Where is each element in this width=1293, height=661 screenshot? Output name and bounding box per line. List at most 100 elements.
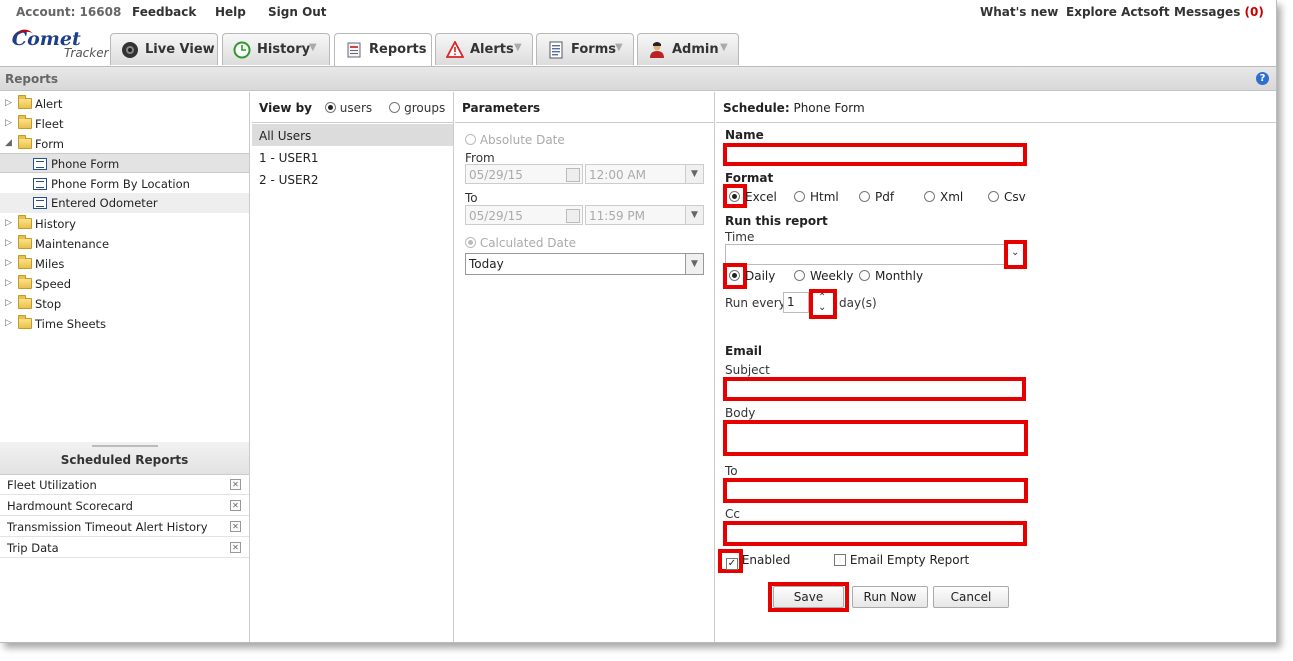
expand-arrow-icon[interactable]: ▷ <box>5 258 12 268</box>
expand-arrow-icon[interactable]: ▷ <box>5 218 12 228</box>
tree-folder-speed[interactable]: ▷ Speed <box>0 274 249 294</box>
tree-item-entered-odometer[interactable]: Entered Odometer <box>0 193 249 213</box>
run-now-button[interactable]: Run Now <box>852 586 928 608</box>
resize-grip[interactable] <box>92 445 158 447</box>
time-select[interactable] <box>725 244 1005 265</box>
tree-folder-history[interactable]: ▷ History <box>0 214 249 234</box>
tree-folder-fleet[interactable]: ▷ Fleet <box>0 114 249 134</box>
whats-new-link[interactable]: What's new <box>980 5 1058 19</box>
format-xml-option[interactable]: Xml <box>924 190 963 204</box>
chevron-down-icon[interactable]: ▼ <box>685 165 703 183</box>
chevron-down-icon[interactable]: ▼ <box>685 206 703 224</box>
tab-live-view[interactable]: Live View <box>110 33 218 65</box>
email-empty-report-checkbox[interactable] <box>834 554 846 566</box>
scheduled-report-row[interactable]: Trip Data ✕ <box>0 537 249 558</box>
user-row-all[interactable]: All Users <box>252 124 453 146</box>
frequency-weekly-option[interactable]: Weekly <box>794 269 853 283</box>
format-csv-option[interactable]: Csv <box>988 190 1026 204</box>
format-pdf-option[interactable]: Pdf <box>859 190 894 204</box>
expand-arrow-icon[interactable]: ▷ <box>5 278 12 288</box>
tree-label: Phone Form <box>51 157 120 171</box>
expand-arrow-icon[interactable]: ▷ <box>5 238 12 248</box>
csv-radio[interactable] <box>988 191 999 202</box>
expand-arrow-icon[interactable]: ▷ <box>5 318 12 328</box>
to-time-select[interactable]: 11:59 PM ▼ <box>585 205 704 225</box>
user-row[interactable]: 2 - USER2 <box>252 168 453 190</box>
calculated-date-option[interactable]: Calculated Date <box>465 236 576 250</box>
help-link[interactable]: Help <box>215 5 246 19</box>
scheduled-report-row[interactable]: Transmission Timeout Alert History ✕ <box>0 516 249 537</box>
weekly-radio[interactable] <box>794 270 805 281</box>
frequency-daily-option[interactable]: Daily <box>729 269 775 283</box>
monthly-radio[interactable] <box>859 270 870 281</box>
tab-reports[interactable]: Reports <box>334 33 432 66</box>
calendar-icon[interactable] <box>566 209 580 223</box>
expand-arrow-icon[interactable]: ▷ <box>5 118 12 128</box>
cc-email-input[interactable] <box>723 521 1027 546</box>
run-every-input[interactable]: 1 <box>783 292 809 313</box>
tree-folder-alert[interactable]: ▷ Alert <box>0 94 249 114</box>
tree-item-phone-form[interactable]: Phone Form <box>0 153 249 173</box>
format-excel-option[interactable]: Excel <box>729 190 777 204</box>
tree-folder-form[interactable]: ◢ Form <box>0 134 249 154</box>
scheduled-report-row[interactable]: Hardmount Scorecard ✕ <box>0 495 249 516</box>
html-radio[interactable] <box>794 191 805 202</box>
format-html-option[interactable]: Html <box>794 190 839 204</box>
tree-folder-stop[interactable]: ▷ Stop <box>0 294 249 314</box>
name-input[interactable] <box>723 143 1027 166</box>
xml-radio[interactable] <box>924 191 935 202</box>
excel-radio[interactable] <box>729 191 740 202</box>
calendar-icon[interactable] <box>566 168 580 182</box>
from-date-input[interactable]: 05/29/15 <box>465 164 583 184</box>
pdf-radio[interactable] <box>859 191 870 202</box>
cancel-button[interactable]: Cancel <box>933 586 1009 608</box>
save-button[interactable]: Save <box>773 586 844 608</box>
users-radio[interactable] <box>324 102 336 113</box>
daily-radio[interactable] <box>729 270 740 281</box>
to-date-input[interactable]: 05/29/15 <box>465 205 583 225</box>
delete-icon[interactable]: ✕ <box>230 500 241 511</box>
tree-folder-time-sheets[interactable]: ▷ Time Sheets <box>0 314 249 334</box>
scheduled-report-row[interactable]: Fleet Utilization ✕ <box>0 474 249 495</box>
tab-alerts[interactable]: Alerts ▼ <box>435 33 533 65</box>
messages-link[interactable]: Messages (0) <box>1174 5 1264 19</box>
delete-icon[interactable]: ✕ <box>230 479 241 490</box>
groups-radio[interactable] <box>388 102 400 113</box>
calculated-date-radio[interactable] <box>465 237 476 248</box>
absolute-date-radio[interactable] <box>465 134 476 145</box>
tab-label: Reports <box>369 42 427 57</box>
help-icon[interactable]: ? <box>1256 72 1269 85</box>
tree-item-phone-form-by-location[interactable]: Phone Form By Location <box>0 174 249 194</box>
to-email-input[interactable] <box>723 478 1028 503</box>
enabled-option[interactable]: ✓ Enabled <box>726 553 790 570</box>
feedback-link[interactable]: Feedback <box>132 5 196 19</box>
tree-folder-miles[interactable]: ▷ Miles <box>0 254 249 274</box>
tab-forms[interactable]: Forms ▼ <box>536 33 634 65</box>
sign-out-link[interactable]: Sign Out <box>268 5 327 19</box>
expand-arrow-icon[interactable]: ▷ <box>5 98 12 108</box>
run-every-stepper[interactable]: ⌃ ⌄ <box>809 289 837 319</box>
from-time-select[interactable]: 12:00 AM ▼ <box>585 164 704 184</box>
tab-history[interactable]: History ▼ <box>222 33 330 65</box>
to-email-label: To <box>725 464 738 478</box>
delete-icon[interactable]: ✕ <box>230 542 241 553</box>
subject-input[interactable] <box>723 377 1026 401</box>
collapse-arrow-icon[interactable]: ◢ <box>5 138 12 148</box>
enabled-checkbox[interactable]: ✓ <box>726 558 738 570</box>
stepper-down-icon[interactable]: ⌄ <box>818 302 826 313</box>
tree-folder-maintenance[interactable]: ▷ Maintenance <box>0 234 249 254</box>
chevron-down-icon[interactable]: ▼ <box>685 254 703 274</box>
folder-open-icon <box>18 135 32 149</box>
absolute-date-option[interactable]: Absolute Date <box>465 133 565 147</box>
to-date-value: 05/29/15 <box>469 209 523 223</box>
frequency-monthly-option[interactable]: Monthly <box>859 269 923 283</box>
expand-arrow-icon[interactable]: ▷ <box>5 298 12 308</box>
user-row[interactable]: 1 - USER1 <box>252 146 453 168</box>
tab-admin[interactable]: Admin ▼ <box>637 33 739 65</box>
body-textarea[interactable] <box>723 420 1028 456</box>
delete-icon[interactable]: ✕ <box>230 521 241 532</box>
time-dropdown-button[interactable]: ⌄ <box>1004 240 1027 269</box>
explore-link[interactable]: Explore Actsoft <box>1066 5 1170 19</box>
email-empty-report-option[interactable]: Email Empty Report <box>834 553 969 567</box>
calculated-date-select[interactable]: Today ▼ <box>465 253 704 275</box>
